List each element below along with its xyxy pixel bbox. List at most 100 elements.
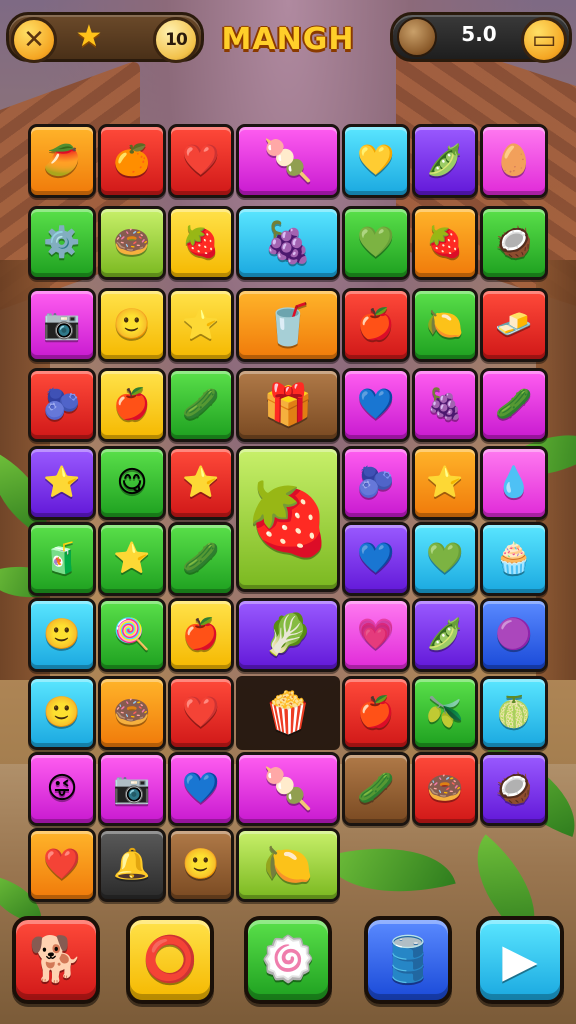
tile-r3c5[interactable]: 🍎 — [342, 288, 410, 362]
ring-booster[interactable]: ⭕ — [126, 916, 214, 1004]
tile-r10c4[interactable]: 🍋 — [236, 828, 340, 902]
tile-r3c4[interactable]: 🥤 — [236, 288, 340, 362]
tile-r6c7[interactable]: 🧁 — [480, 522, 548, 596]
pea-pod-icon: 🫛 — [426, 617, 464, 652]
tile-r9c2[interactable]: 📷 — [98, 752, 166, 826]
tile-big-special[interactable]: 🍓 — [236, 446, 340, 592]
barrel-booster[interactable]: 🛢️ — [364, 916, 452, 1004]
tile-r7c7[interactable]: 🟣 — [480, 598, 548, 672]
tile-r9c4[interactable]: 🍡 — [236, 752, 340, 826]
tile-r8c3[interactable]: ❤️ — [168, 676, 234, 750]
tile-r2c1[interactable]: ⚙️ — [28, 206, 96, 280]
tile-r3c3[interactable]: ⭐ — [168, 288, 234, 362]
tile-r7c1[interactable]: 🙂 — [28, 598, 96, 672]
purple-ball-icon: 🟣 — [495, 617, 533, 652]
coin-count: 5.0 — [461, 22, 497, 46]
tile-r9c3[interactable]: 💙 — [168, 752, 234, 826]
tile-r7c5[interactable]: 💗 — [342, 598, 410, 672]
tile-r1c3[interactable]: ❤️ — [168, 124, 234, 198]
apple-icon: 🍎 — [113, 387, 151, 422]
dog-booster[interactable]: 🐕 — [12, 916, 100, 1004]
tile-r8c5[interactable]: 🍎 — [342, 676, 410, 750]
tile-r9c6[interactable]: 🍩 — [412, 752, 478, 826]
star-icon: ⭐ — [113, 541, 151, 576]
smiley-icon: 🙂 — [182, 847, 220, 882]
tile-r2c7[interactable]: 🥥 — [480, 206, 548, 280]
blue-heart-icon: 💙 — [357, 387, 395, 422]
tile-r4c3[interactable]: 🥒 — [168, 368, 234, 442]
apple-icon: 🍎 — [357, 307, 395, 342]
tile-r2c2[interactable]: 🍩 — [98, 206, 166, 280]
tile-r3c2[interactable]: 🙂 — [98, 288, 166, 362]
smiley-icon: 🙂 — [113, 307, 151, 342]
tile-r10c2[interactable]: 🔔 — [98, 828, 166, 902]
tile-r8c6[interactable]: 🫒 — [412, 676, 478, 750]
popcorn-icon: 🍿 — [263, 690, 313, 736]
tile-r6c5[interactable]: 💙 — [342, 522, 410, 596]
tile-r9c7[interactable]: 🥥 — [480, 752, 548, 826]
tile-r5c6[interactable]: ⭐ — [412, 446, 478, 520]
tile-r1c5[interactable]: 💛 — [342, 124, 410, 198]
tile-r5c3[interactable]: ⭐ — [168, 446, 234, 520]
ring-icon: ⭕ — [142, 934, 198, 985]
barrel-icon: 🛢️ — [380, 934, 436, 985]
menu-button[interactable]: ▭ — [521, 17, 567, 63]
heart-icon: ❤️ — [43, 847, 81, 882]
camera-icon: 📷 — [43, 307, 81, 342]
green-heart-icon: 💚 — [426, 541, 464, 576]
donut-icon: 🍩 — [113, 225, 151, 260]
tile-r2c3[interactable]: 🍓 — [168, 206, 234, 280]
tile-r4c1[interactable]: 🫐 — [28, 368, 96, 442]
blue-bell-icon: 🫐 — [43, 387, 81, 422]
coconut-half-icon: 🥥 — [495, 771, 533, 806]
tile-r4c2[interactable]: 🍎 — [98, 368, 166, 442]
tile-r7c2[interactable]: 🍭 — [98, 598, 166, 672]
tile-r1c1[interactable]: 🥭 — [28, 124, 96, 198]
lemon-icon: 🍋 — [426, 307, 464, 342]
tile-r8c4[interactable]: 🍿 — [236, 676, 340, 750]
tile-r1c4[interactable]: 🍡 — [236, 124, 340, 198]
tile-r3c1[interactable]: 📷 — [28, 288, 96, 362]
tile-r4c4[interactable]: 🎁 — [236, 368, 340, 442]
play-icon: ▶ — [502, 933, 538, 987]
tile-r3c7[interactable]: 🧈 — [480, 288, 548, 362]
tile-r5c7[interactable]: 💧 — [480, 446, 548, 520]
tile-r4c6[interactable]: 🍇 — [412, 368, 478, 442]
tile-r3c6[interactable]: 🍋 — [412, 288, 478, 362]
tile-r5c1[interactable]: ⭐ — [28, 446, 96, 520]
olive-icon: 🫒 — [426, 695, 464, 730]
tile-r10c1[interactable]: ❤️ — [28, 828, 96, 902]
swirl-booster[interactable]: 🍥 — [244, 916, 332, 1004]
tile-r10c3[interactable]: 🙂 — [168, 828, 234, 902]
tile-r1c7[interactable]: 🥚 — [480, 124, 548, 198]
tile-r2c4[interactable]: 🍇 — [236, 206, 340, 280]
tile-r7c3[interactable]: 🍎 — [168, 598, 234, 672]
tile-r2c6[interactable]: 🍓 — [412, 206, 478, 280]
tile-r5c2[interactable]: 😋 — [98, 446, 166, 520]
tile-r6c3[interactable]: 🥒 — [168, 522, 234, 596]
tile-r7c4[interactable]: 🥬 — [236, 598, 340, 672]
yum-face-icon: 😋 — [116, 465, 148, 500]
tile-r2c5[interactable]: 💚 — [342, 206, 410, 280]
grape-icon: 🍇 — [426, 387, 464, 422]
tile-r7c6[interactable]: 🫛 — [412, 598, 478, 672]
play-booster[interactable]: ▶ — [476, 916, 564, 1004]
sushi-plate-icon: 🍡 — [263, 138, 313, 184]
tile-r9c1[interactable]: 😜 — [28, 752, 96, 826]
tile-r8c7[interactable]: 🍈 — [480, 676, 548, 750]
tile-r4c7[interactable]: 🥒 — [480, 368, 548, 442]
tile-r9c5[interactable]: 🥒 — [342, 752, 410, 826]
mango-slice-icon: 🥭 — [43, 143, 81, 178]
tile-r6c6[interactable]: 💚 — [412, 522, 478, 596]
muffin-icon: 🧁 — [495, 541, 533, 576]
star-cookie-icon: ⭐ — [426, 465, 464, 500]
tile-r8c1[interactable]: 🙂 — [28, 676, 96, 750]
tile-r1c2[interactable]: 🍊 — [98, 124, 166, 198]
tile-r6c2[interactable]: ⭐ — [98, 522, 166, 596]
tile-r1c6[interactable]: 🫛 — [412, 124, 478, 198]
tile-r6c1[interactable]: 🧃 — [28, 522, 96, 596]
tile-r4c5[interactable]: 💙 — [342, 368, 410, 442]
tile-r8c2[interactable]: 🍩 — [98, 676, 166, 750]
tile-r5c5[interactable]: 🫐 — [342, 446, 410, 520]
pea-pod-icon: 🫛 — [426, 143, 464, 178]
